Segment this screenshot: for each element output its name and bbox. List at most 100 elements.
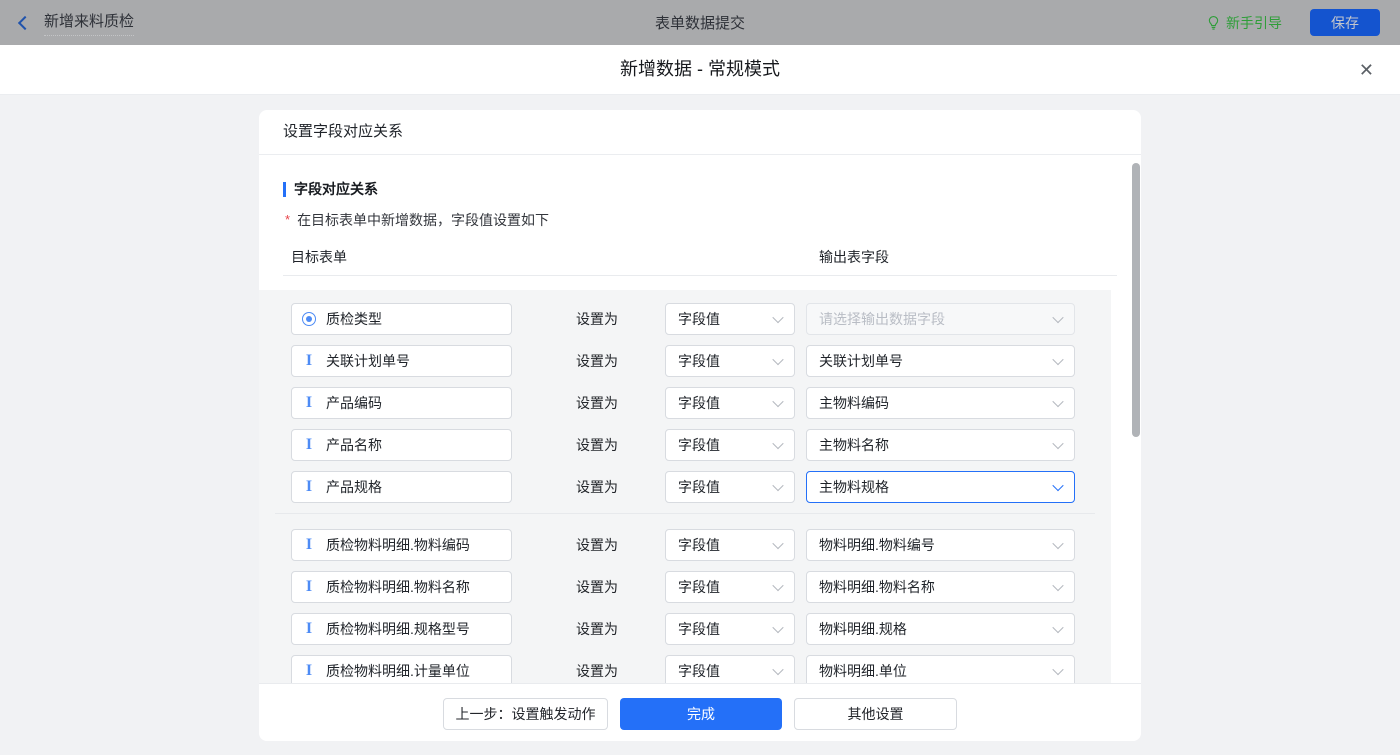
output-field-select[interactable]: 关联计划单号 (806, 345, 1075, 377)
chevron-down-icon (772, 354, 783, 365)
field-mapping-card: 设置字段对应关系 字段对应关系 * 在目标表单中新增数据，字段值设置如下 目标表… (259, 110, 1141, 741)
text-field-icon: I (302, 438, 316, 452)
text-field-icon: I (302, 580, 316, 594)
chevron-down-icon (1052, 354, 1063, 365)
done-button[interactable]: 完成 (620, 698, 782, 730)
required-asterisk: * (285, 210, 290, 230)
lightbulb-icon (1206, 15, 1221, 30)
value-type-select[interactable]: 字段值 (665, 571, 795, 603)
field-mapping-row: I 产品规格 设置为 字段值 主物料规格 (291, 471, 1111, 503)
scrollbar[interactable] (1132, 163, 1140, 437)
modal-body: 设置字段对应关系 字段对应关系 * 在目标表单中新增数据，字段值设置如下 目标表… (0, 110, 1400, 755)
output-field-select[interactable]: 请选择输出数据字段 (806, 303, 1075, 335)
column-target-form: 目标表单 (291, 247, 347, 267)
topbar: 新增来料质检 表单数据提交 新手引导 保存 (0, 0, 1400, 45)
set-as-label: 设置为 (576, 577, 618, 597)
target-field: I 质检物料明细.计量单位 (291, 655, 512, 683)
value-type-select[interactable]: 字段值 (665, 345, 795, 377)
close-icon[interactable]: ✕ (1359, 61, 1374, 79)
chevron-down-icon (1052, 480, 1063, 491)
save-button[interactable]: 保存 (1310, 9, 1380, 36)
section-marker (283, 182, 286, 197)
target-field-label: 产品名称 (326, 435, 382, 455)
scroll-area: 字段对应关系 * 在目标表单中新增数据，字段值设置如下 目标表单 输出表字段 质… (259, 155, 1141, 683)
field-mapping-row: I 关联计划单号 设置为 字段值 关联计划单号 (291, 345, 1111, 377)
mapping-rows-panel: 质检类型 设置为 字段值 请选择输出数据字段 I 关联计划单号 设置为 字段值 … (259, 290, 1111, 683)
target-field-label: 产品编码 (326, 393, 382, 413)
target-field: I 产品规格 (291, 471, 512, 503)
column-output-fields: 输出表字段 (819, 247, 889, 267)
section-title-label: 字段对应关系 (294, 179, 378, 199)
chevron-down-icon (1052, 622, 1063, 633)
output-field-select[interactable]: 主物料名称 (806, 429, 1075, 461)
output-field-select[interactable]: 物料明细.物料编号 (806, 529, 1075, 561)
target-field-label: 产品规格 (326, 477, 382, 497)
value-type-select[interactable]: 字段值 (665, 471, 795, 503)
section-title: 字段对应关系 (283, 179, 1141, 199)
guide-label: 新手引导 (1226, 13, 1282, 33)
text-field-icon: I (302, 354, 316, 368)
target-field-label: 质检物料明细.规格型号 (326, 619, 470, 639)
set-as-label: 设置为 (576, 393, 618, 413)
chevron-down-icon (1052, 664, 1063, 675)
flow-title[interactable]: 新增来料质检 (44, 10, 134, 36)
card-footer: 上一步：设置触发动作 完成 其他设置 (259, 683, 1141, 741)
target-field-label: 质检类型 (326, 309, 382, 329)
output-field-select[interactable]: 主物料规格 (806, 471, 1075, 503)
target-field: I 关联计划单号 (291, 345, 512, 377)
chevron-down-icon (772, 312, 783, 323)
chevron-down-icon (1052, 312, 1063, 323)
field-mapping-row: I 产品编码 设置为 字段值 主物料编码 (291, 387, 1111, 419)
target-field: I 质检物料明细.物料名称 (291, 571, 512, 603)
value-type-select[interactable]: 字段值 (665, 613, 795, 645)
output-field-select[interactable]: 物料明细.规格 (806, 613, 1075, 645)
value-type-select[interactable]: 字段值 (665, 655, 795, 683)
chevron-down-icon (772, 480, 783, 491)
target-field: I 产品名称 (291, 429, 512, 461)
back-icon[interactable] (18, 15, 32, 29)
set-as-label: 设置为 (576, 535, 618, 555)
group-divider (275, 513, 1095, 514)
set-as-label: 设置为 (576, 435, 618, 455)
target-field-label: 关联计划单号 (326, 351, 410, 371)
target-field-label: 质检物料明细.计量单位 (326, 661, 470, 681)
output-field-select[interactable]: 物料明细.物料名称 (806, 571, 1075, 603)
chevron-down-icon (1052, 580, 1063, 591)
field-mapping-row: I 质检物料明细.物料名称 设置为 字段值 物料明细.物料名称 (291, 571, 1111, 603)
set-as-label: 设置为 (576, 477, 618, 497)
field-mapping-row: I 质检物料明细.规格型号 设置为 字段值 物料明细.规格 (291, 613, 1111, 645)
text-field-icon: I (302, 396, 316, 410)
card-title: 设置字段对应关系 (259, 110, 1141, 155)
text-field-icon: I (302, 538, 316, 552)
radio-icon (302, 312, 316, 326)
target-field: I 质检物料明细.物料编码 (291, 529, 512, 561)
prev-step-button[interactable]: 上一步：设置触发动作 (443, 698, 608, 730)
beginner-guide-link[interactable]: 新手引导 (1206, 13, 1282, 33)
chevron-down-icon (1052, 396, 1063, 407)
chevron-down-icon (772, 438, 783, 449)
other-settings-button[interactable]: 其他设置 (794, 698, 957, 730)
output-field-select[interactable]: 物料明细.单位 (806, 655, 1075, 683)
field-mapping-row: I 质检物料明细.计量单位 设置为 字段值 物料明细.单位 (291, 655, 1111, 683)
set-as-label: 设置为 (576, 351, 618, 371)
text-field-icon: I (302, 664, 316, 678)
value-type-select[interactable]: 字段值 (665, 529, 795, 561)
target-field-label: 质检物料明细.物料名称 (326, 577, 470, 597)
field-mapping-row: I 产品名称 设置为 字段值 主物料名称 (291, 429, 1111, 461)
value-type-select[interactable]: 字段值 (665, 429, 795, 461)
chevron-down-icon (1052, 438, 1063, 449)
divider (283, 275, 1117, 276)
modal-header: 新增数据 - 常规模式 ✕ (0, 45, 1400, 95)
section-note: * 在目标表单中新增数据，字段值设置如下 (285, 210, 1141, 230)
set-as-label: 设置为 (576, 661, 618, 681)
target-field-label: 质检物料明细.物料编码 (326, 535, 470, 555)
target-field: I 质检物料明细.规格型号 (291, 613, 512, 645)
column-headers: 目标表单 输出表字段 (259, 247, 1141, 265)
chevron-down-icon (772, 622, 783, 633)
value-type-select[interactable]: 字段值 (665, 303, 795, 335)
value-type-select[interactable]: 字段值 (665, 387, 795, 419)
topbar-title: 表单数据提交 (0, 12, 1400, 33)
output-field-select[interactable]: 主物料编码 (806, 387, 1075, 419)
chevron-down-icon (772, 580, 783, 591)
chevron-down-icon (772, 664, 783, 675)
